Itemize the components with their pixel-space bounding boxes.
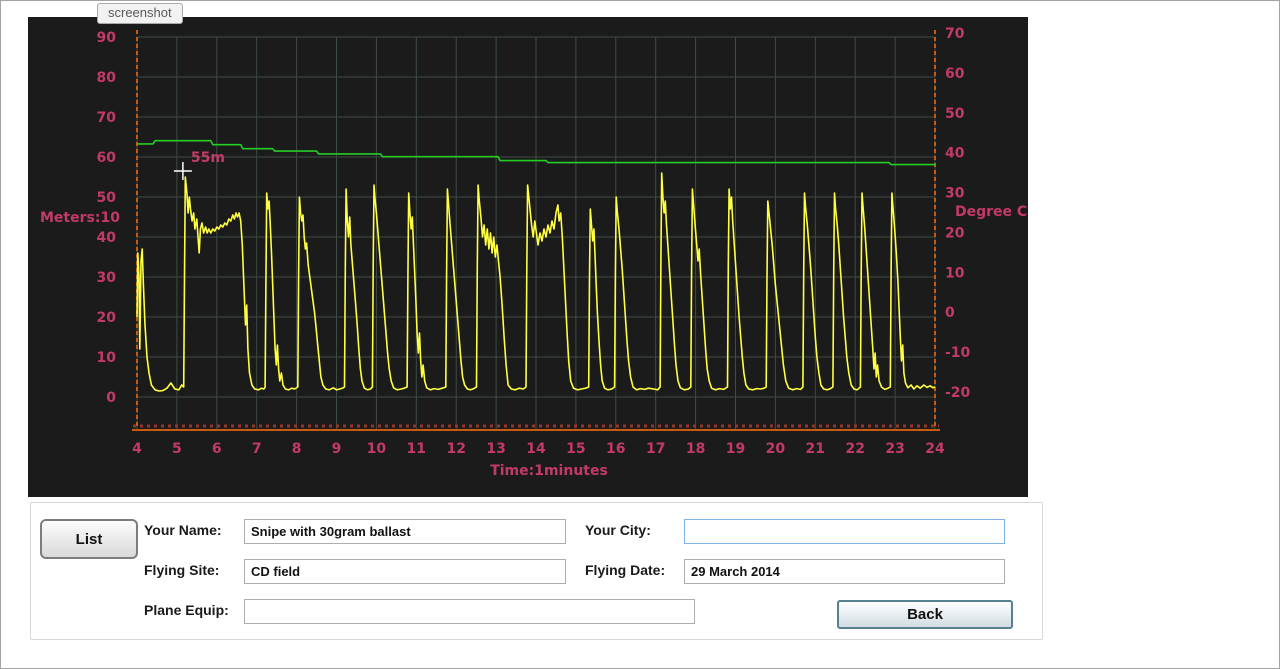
left-axis-tick-label: 60 <box>97 150 117 166</box>
x-axis-tick-label: 15 <box>566 441 585 457</box>
left-axis-tick-label: 80 <box>97 70 117 86</box>
right-axis-tick-label: 40 <box>945 146 965 162</box>
right-axis-title: Degree C <box>955 204 1027 220</box>
x-axis-tick-label: 14 <box>526 441 546 457</box>
x-axis-tick-label: 12 <box>446 441 465 457</box>
right-axis-tick-label: 30 <box>945 186 965 202</box>
left-axis-tick-label: 50 <box>97 190 117 206</box>
flying-date-label: Flying Date: <box>585 562 666 578</box>
screenshot-tooltip: screenshot <box>97 3 183 24</box>
left-axis-tick-label: 90 <box>97 30 117 46</box>
flight-info-form: List Your Name: Flying Site: Plane Equip… <box>30 502 1043 640</box>
x-axis-tick-label: 10 <box>367 441 387 457</box>
left-axis-tick-label: 30 <box>97 270 117 286</box>
your-name-label: Your Name: <box>144 522 222 538</box>
right-axis-tick-label: 20 <box>945 225 965 241</box>
x-axis-title: Time:1minutes <box>490 463 608 479</box>
left-axis-tick-label: 40 <box>97 230 117 246</box>
right-axis-tick-label: 0 <box>945 305 955 321</box>
x-axis-tick-label: 21 <box>806 441 825 457</box>
x-axis-tick-label: 20 <box>766 441 786 457</box>
x-axis-tick-label: 7 <box>252 441 262 457</box>
x-axis-tick-label: 17 <box>646 441 665 457</box>
x-axis-tick-label: 8 <box>292 441 302 457</box>
right-axis-tick-label: -20 <box>945 385 971 401</box>
altitude-annotation: 55m <box>191 150 225 166</box>
flying-site-label: Flying Site: <box>144 562 220 578</box>
back-button[interactable]: Back <box>837 600 1013 629</box>
flying-site-input[interactable] <box>244 559 566 584</box>
list-button[interactable]: List <box>40 519 138 559</box>
right-axis-tick-label: 50 <box>945 106 965 122</box>
left-axis-title: Meters:10 <box>40 210 120 226</box>
app-window: screenshot 90 80 70 60 50 40 30 20 10 0 70 60 50 40 30… <box>0 0 1280 669</box>
left-axis-tick-label: 70 <box>97 110 117 126</box>
x-axis-tick-label: 4 <box>132 441 142 457</box>
x-axis-tick-label: 13 <box>486 441 505 457</box>
your-city-label: Your City: <box>585 522 651 538</box>
x-axis-tick-label: 6 <box>212 441 222 457</box>
x-axis-tick-label: 24 <box>925 441 945 457</box>
left-axis-tick-label: 20 <box>97 310 117 326</box>
altimeter-chart-panel: 90 80 70 60 50 40 30 20 10 0 70 60 50 40 30 20 10 0 -10 -20… <box>28 17 1028 497</box>
left-axis-tick-label: 10 <box>97 350 117 366</box>
right-axis-tick-label: 10 <box>945 265 965 281</box>
x-axis-tick-label: 23 <box>885 441 904 457</box>
x-axis-tick-label: 16 <box>606 441 625 457</box>
chart-svg: 90 80 70 60 50 40 30 20 10 0 70 60 50 40 30 20 10 0 -10 -20… <box>40 26 1027 479</box>
x-axis-tick-label: 18 <box>686 441 705 457</box>
x-axis-tick-label: 19 <box>726 441 745 457</box>
x-axis-tick-label: 22 <box>845 441 864 457</box>
right-axis-tick-label: 60 <box>945 66 965 82</box>
right-axis-tick-label: -10 <box>945 345 971 361</box>
x-axis-tick-label: 5 <box>172 441 182 457</box>
right-axis-tick-label: 70 <box>945 26 965 42</box>
flying-date-input[interactable] <box>684 559 1005 584</box>
left-axis-tick-label: 0 <box>106 390 116 406</box>
plane-equip-input[interactable] <box>244 599 695 624</box>
your-name-input[interactable] <box>244 519 566 544</box>
x-axis-tick-label: 11 <box>407 441 426 457</box>
your-city-input[interactable] <box>684 519 1005 544</box>
plane-equip-label: Plane Equip: <box>144 602 229 618</box>
x-axis-tick-label: 9 <box>332 441 342 457</box>
